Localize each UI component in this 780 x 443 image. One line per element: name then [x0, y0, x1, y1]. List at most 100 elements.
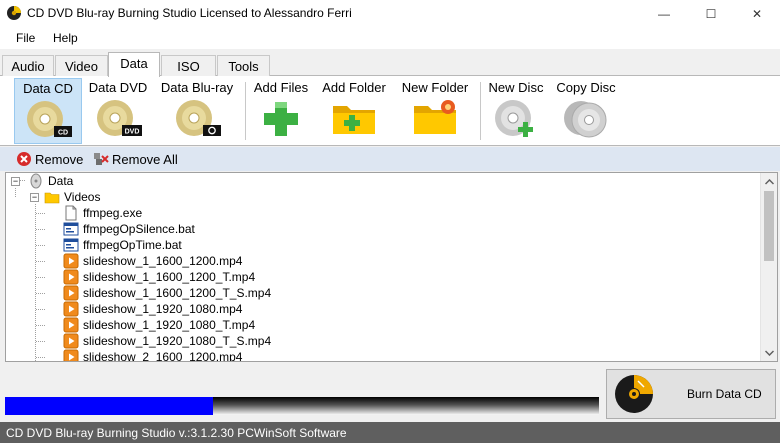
burn-data-cd-button[interactable]: Burn Data CD — [606, 369, 776, 419]
tree-file-label: ffmpegOpSilence.bat — [83, 222, 195, 236]
tab-iso[interactable]: ISO — [161, 55, 216, 76]
tree-branch-line — [36, 325, 45, 326]
data-cd-button[interactable]: Data CD CD — [14, 78, 82, 144]
close-button[interactable]: ✕ — [734, 0, 780, 27]
tree-branch-line — [36, 213, 45, 214]
batch-file-icon — [63, 238, 79, 252]
tree-branch-line — [36, 245, 45, 246]
remove-icon — [17, 152, 31, 166]
tab-data[interactable]: Data — [108, 52, 160, 77]
tree-node-videos[interactable]: − Videos — [30, 189, 100, 205]
status-text: CD DVD Blu-ray Burning Studio v.:3.1.2.3… — [6, 426, 347, 440]
tree-file-label: slideshow_1_1920_1080.mp4 — [83, 302, 243, 316]
tree-file-item[interactable]: slideshow_1_1600_1200_T.mp4 — [36, 269, 256, 285]
tree-file-label: slideshow_1_1600_1200.mp4 — [83, 254, 243, 268]
remove-all-button[interactable]: Remove All — [93, 150, 178, 168]
tree-scrollbar[interactable] — [760, 173, 777, 361]
batch-file-icon — [63, 222, 79, 236]
tree-node-root[interactable]: − Data — [11, 173, 73, 189]
video-file-icon — [63, 301, 79, 317]
burn-progress-bar — [5, 397, 599, 415]
remove-button[interactable]: Remove — [16, 150, 83, 168]
dvd-disc-icon: DVD — [97, 100, 142, 136]
disc-root-icon — [30, 173, 42, 189]
tab-tools[interactable]: Tools — [217, 55, 270, 76]
ribbon-toolbar: Data CD CD Data DVD DVD Data Blu-ray Add… — [0, 76, 780, 146]
scroll-up-arrow-icon[interactable] — [761, 173, 777, 190]
tree-file-item[interactable]: ffmpegOpTime.bat — [36, 237, 182, 253]
data-cd-label: Data CD — [23, 81, 73, 96]
maximize-button[interactable]: ☐ — [688, 0, 734, 27]
tree-file-label: ffmpeg.exe — [83, 206, 143, 220]
ribbon-separator — [480, 82, 481, 140]
tree-file-item[interactable]: ffmpegOpSilence.bat — [36, 221, 195, 237]
tree-file-label: slideshow_1_1920_1080_T_S.mp4 — [83, 334, 272, 348]
tree-branch-line — [36, 229, 45, 230]
new-disc-label: New Disc — [488, 80, 544, 95]
burn-disc-icon — [615, 375, 653, 413]
tree-file-item[interactable]: slideshow_2_1600_1200.mp4 — [36, 349, 243, 362]
tree-file-item[interactable]: slideshow_1_1920_1080_T_S.mp4 — [36, 333, 272, 349]
tab-strip: Audio Video Data ISO Tools — [0, 52, 780, 77]
burn-button-label: Burn Data CD — [687, 387, 762, 401]
menu-file[interactable]: File — [16, 31, 35, 45]
tree-file-label: slideshow_1_1600_1200_T.mp4 — [83, 270, 256, 284]
bluray-disc-icon — [176, 100, 221, 136]
ribbon-separator — [245, 82, 246, 140]
remove-label: Remove — [35, 151, 84, 167]
file-tree[interactable]: − Data − Videos ffmpeg.exe ffmpegOpSilenc… — [5, 172, 778, 362]
file-actions-toolbar: Remove Remove All — [0, 147, 780, 171]
tree-branch-line — [36, 357, 45, 358]
minimize-button[interactable]: — — [641, 0, 687, 27]
new-disc-button[interactable]: New Disc — [484, 78, 548, 144]
new-folder-button[interactable]: New Folder — [396, 78, 474, 144]
tree-file-label: slideshow_1_1600_1200_T_S.mp4 — [83, 286, 272, 300]
status-bar: CD DVD Blu-ray Burning Studio v.:3.1.2.3… — [0, 422, 780, 443]
tab-video[interactable]: Video — [55, 55, 108, 76]
disc-add-icon — [495, 100, 533, 137]
tree-branch-line — [36, 293, 45, 294]
tree-file-item[interactable]: slideshow_1_1600_1200.mp4 — [36, 253, 243, 269]
menu-help[interactable]: Help — [53, 31, 78, 45]
data-bluray-button[interactable]: Data Blu-ray — [155, 78, 239, 144]
tree-branch-line — [36, 261, 45, 262]
window-title: CD DVD Blu-ray Burning Studio Licensed t… — [27, 6, 352, 20]
copy-disc-button[interactable]: Copy Disc — [552, 78, 620, 144]
data-bluray-label: Data Blu-ray — [160, 80, 234, 95]
tree-file-label: slideshow_2_1600_1200.mp4 — [83, 350, 243, 362]
video-file-icon — [63, 317, 79, 333]
tree-file-item[interactable]: slideshow_1_1600_1200_T_S.mp4 — [36, 285, 272, 301]
file-icon — [65, 205, 77, 221]
disc-copy-icon — [564, 101, 607, 138]
folder-add-icon — [333, 106, 375, 134]
plus-icon — [264, 102, 298, 136]
folder-icon — [44, 192, 60, 204]
scroll-thumb[interactable] — [764, 191, 774, 261]
tree-file-item[interactable]: slideshow_1_1920_1080_T.mp4 — [36, 317, 256, 333]
remove-all-label: Remove All — [112, 151, 178, 167]
tree-file-label: ffmpegOpTime.bat — [83, 238, 182, 252]
video-file-icon — [63, 269, 79, 285]
folder-new-icon — [414, 100, 456, 134]
menu-bar: File Help — [0, 27, 780, 49]
tree-file-item[interactable]: slideshow_1_1920_1080.mp4 — [36, 301, 243, 317]
remove-all-icon — [94, 153, 109, 165]
tree-root-label: Data — [48, 174, 74, 188]
video-file-icon — [63, 349, 79, 361]
collapse-icon[interactable]: − — [11, 176, 20, 186]
tab-audio[interactable]: Audio — [2, 55, 54, 76]
dvd-badge: DVD — [125, 129, 140, 136]
progress-fill — [5, 397, 213, 415]
collapse-icon[interactable]: − — [30, 192, 39, 202]
add-files-button[interactable]: Add Files — [250, 78, 312, 144]
tree-file-label: slideshow_1_1920_1080_T.mp4 — [83, 318, 256, 332]
data-dvd-label: Data DVD — [88, 80, 148, 95]
data-dvd-button[interactable]: Data DVD DVD — [85, 78, 151, 144]
scroll-down-arrow-icon[interactable] — [761, 344, 777, 361]
tree-file-item[interactable]: ffmpeg.exe — [36, 205, 143, 221]
add-files-label: Add Files — [253, 80, 309, 95]
add-folder-button[interactable]: Add Folder — [318, 78, 390, 144]
copy-disc-label: Copy Disc — [556, 80, 616, 95]
video-file-icon — [63, 285, 79, 301]
cd-disc-icon: CD — [27, 101, 72, 137]
